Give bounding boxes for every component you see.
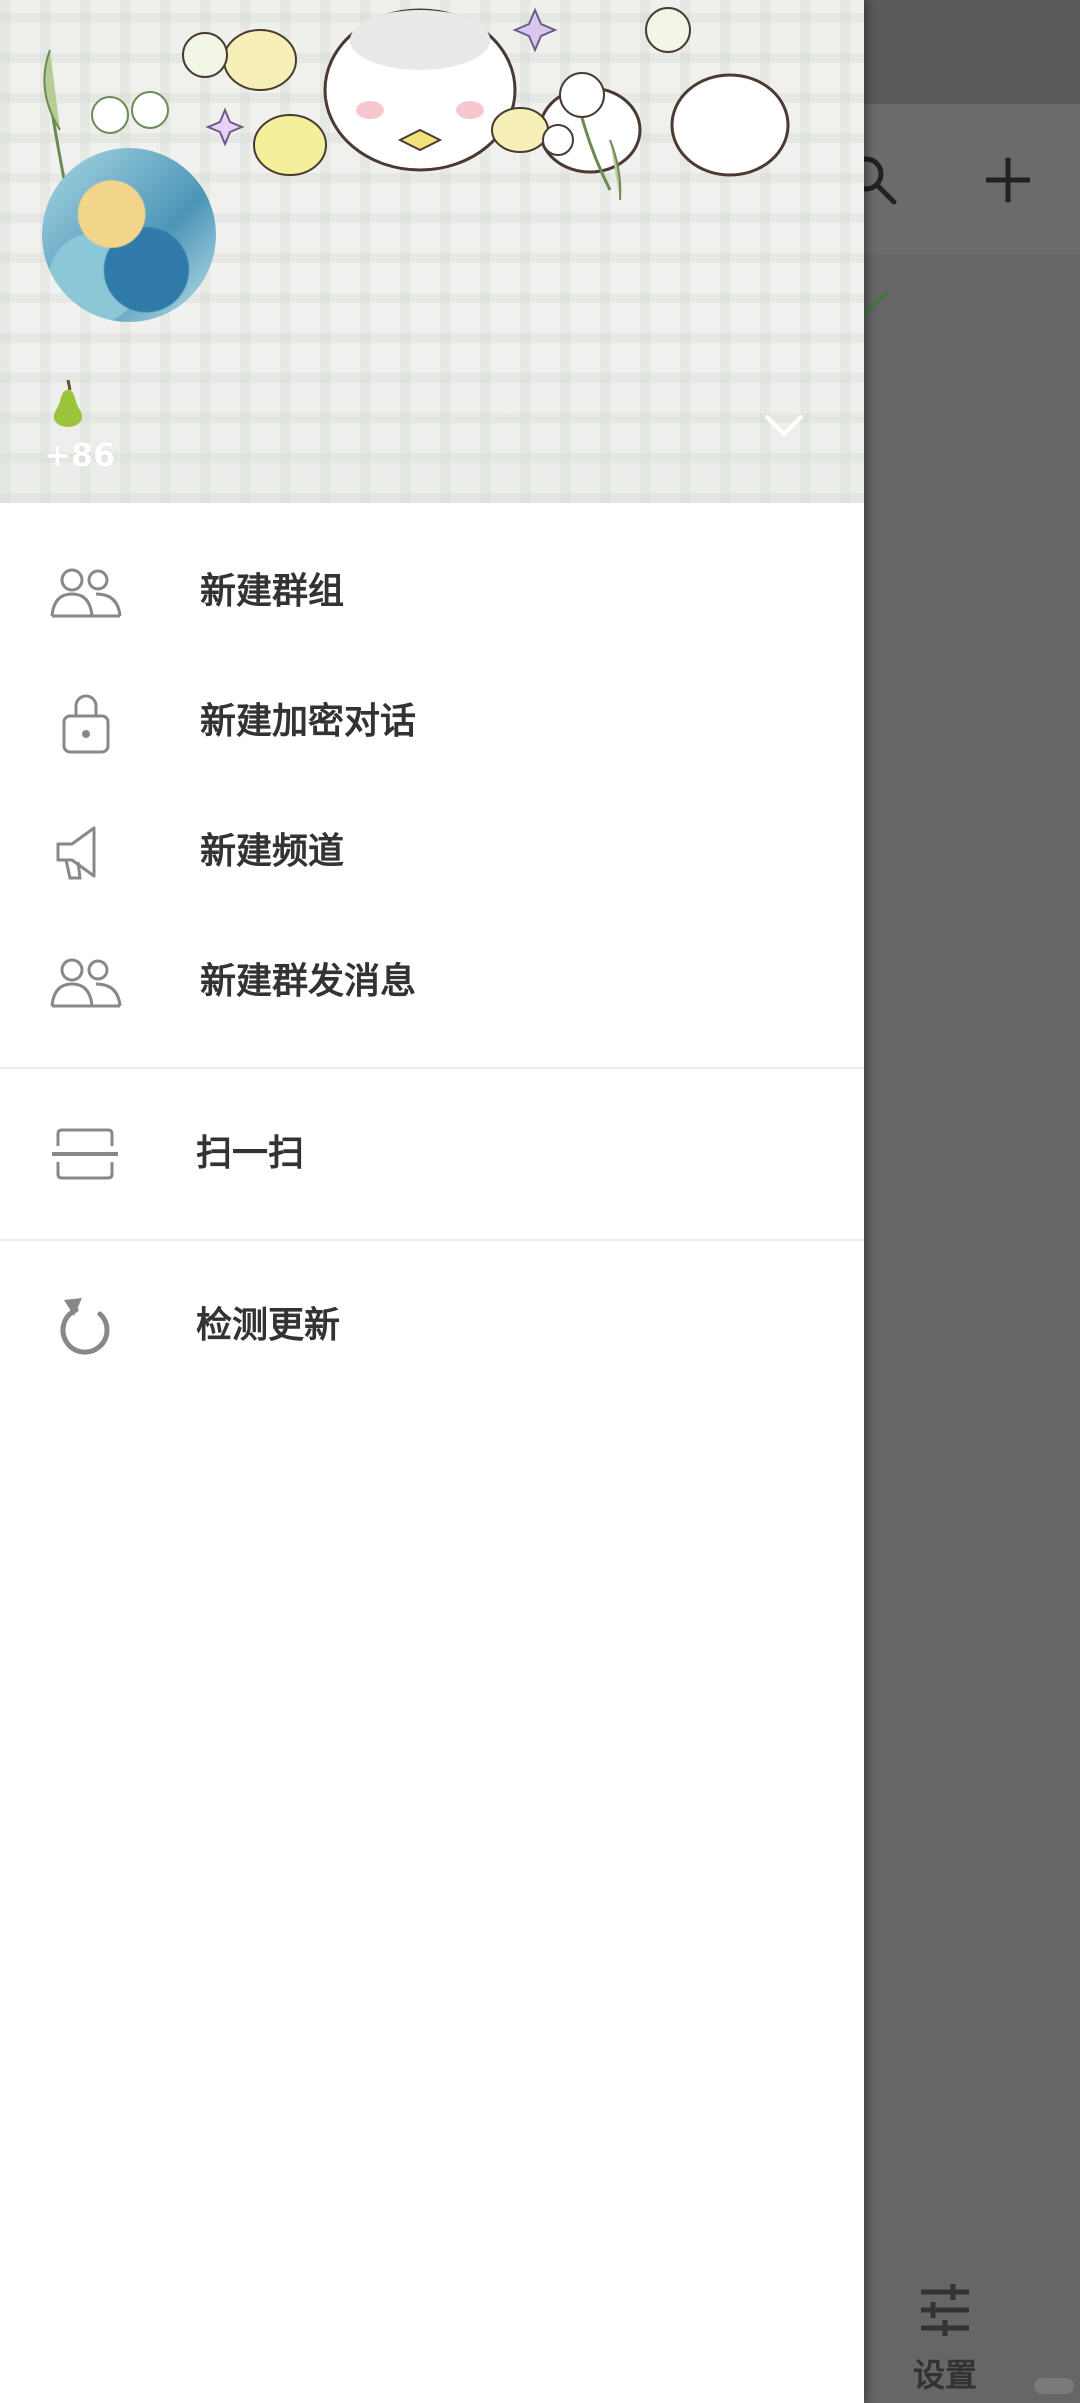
lock-icon [62, 694, 110, 754]
menu-group-update: 检测更新 [0, 1241, 864, 1391]
menu-item-new-channel[interactable]: 新建频道 [0, 787, 864, 917]
menu-item-label: 新建群发消息 [200, 961, 417, 1002]
menu-item-new-group[interactable]: 新建群组 [0, 527, 864, 657]
group-icon [50, 568, 122, 618]
settings-tab-label: 设置 [912, 2356, 977, 2394]
menu-item-scan[interactable]: 扫一扫 [0, 1089, 864, 1219]
drawer-header[interactable]: +86 [0, 0, 864, 503]
menu-item-label: 新建群组 [200, 571, 345, 612]
menu-group-create: 新建群组 新建加密对话 新建频道 新建群发消息 [0, 503, 864, 1067]
refresh-icon [60, 1298, 110, 1355]
plus-icon[interactable] [978, 150, 1038, 210]
watermark-badge [1034, 2378, 1074, 2394]
menu-item-label: 新建加密对话 [200, 701, 417, 742]
menu-group-scan: 扫一扫 [0, 1069, 864, 1239]
avatar[interactable] [42, 148, 216, 322]
chevron-down-icon[interactable] [762, 410, 806, 440]
menu-item-label: 新建频道 [200, 831, 345, 872]
sliders-icon [921, 2284, 969, 2336]
menu-item-new-broadcast[interactable]: 新建群发消息 [0, 917, 864, 1047]
scan-icon [52, 1128, 118, 1180]
menu-item-new-secret-chat[interactable]: 新建加密对话 [0, 657, 864, 787]
menu-item-check-update[interactable]: 检测更新 [0, 1261, 864, 1391]
settings-tab[interactable]: 设置 [900, 2280, 990, 2396]
pear-icon [53, 379, 83, 427]
menu-item-label: 检测更新 [196, 1305, 341, 1346]
phone-number: +86 [44, 436, 116, 474]
megaphone-icon [56, 826, 96, 880]
menu-item-label: 扫一扫 [196, 1133, 305, 1174]
navigation-drawer: +86 新建群组 新建加密对话 新建频道 新建群发消息 扫一扫 检测更新 [0, 0, 864, 2403]
drawer-menu: 新建群组 新建加密对话 新建频道 新建群发消息 扫一扫 检测更新 [0, 503, 864, 1391]
check-icon [862, 290, 890, 316]
group-icon [50, 958, 122, 1008]
